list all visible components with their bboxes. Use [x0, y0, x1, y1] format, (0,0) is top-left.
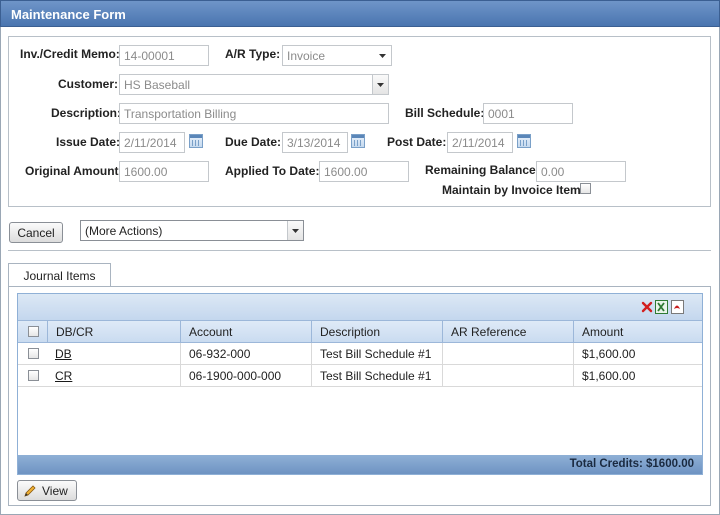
- cancel-button[interactable]: Cancel: [9, 222, 63, 243]
- chevron-down-icon: [292, 229, 299, 233]
- cell-ar-reference: [442, 343, 573, 365]
- dbcr-link[interactable]: DB: [55, 347, 72, 361]
- issue-date-field[interactable]: 2/11/2014: [119, 132, 185, 153]
- more-actions-value: (More Actions): [85, 224, 163, 238]
- grid-header: DB/CR Account Description AR Reference A…: [18, 321, 702, 343]
- window-title: Maintenance Form: [11, 7, 126, 22]
- bill-schedule-label: Bill Schedule:: [405, 106, 485, 120]
- cell-dbcr: DB: [47, 343, 180, 365]
- customer-dropdown-button[interactable]: [372, 75, 388, 94]
- section-divider: [8, 250, 711, 251]
- column-header-ar-reference[interactable]: AR Reference: [442, 321, 573, 343]
- ar-type-label: A/R Type:: [225, 47, 281, 61]
- customer-value: HS Baseball: [124, 78, 191, 92]
- cell-amount: $1,600.00: [573, 343, 702, 365]
- dbcr-link[interactable]: CR: [55, 369, 72, 383]
- applied-to-date-field[interactable]: 1600.00: [319, 161, 409, 182]
- excel-export-icon[interactable]: [655, 300, 668, 314]
- select-all-checkbox[interactable]: [28, 326, 39, 337]
- chevron-down-icon: [377, 83, 384, 87]
- row-checkbox[interactable]: [28, 348, 39, 359]
- ar-type-select[interactable]: Invoice: [282, 45, 392, 66]
- issue-date-label: Issue Date:: [56, 135, 121, 149]
- journal-items-grid: DB/CR Account Description AR Reference A…: [17, 293, 703, 475]
- view-button-label: View: [42, 484, 68, 498]
- table-row[interactable]: DB 06-932-000 Test Bill Schedule #1 $1,6…: [18, 343, 702, 365]
- cell-description: Test Bill Schedule #1: [311, 343, 442, 365]
- table-row[interactable]: CR 06-1900-000-000 Test Bill Schedule #1…: [18, 365, 702, 387]
- maintain-by-invoice-label: Maintain by Invoice Item: [442, 183, 581, 197]
- applied-to-date-label: Applied To Date:: [225, 164, 320, 178]
- calendar-icon[interactable]: [517, 134, 531, 148]
- due-date-field[interactable]: 3/13/2014: [282, 132, 348, 153]
- description-field[interactable]: Transportation Billing: [119, 103, 389, 124]
- grid-footer-total: Total Credits: $1600.00: [18, 455, 702, 474]
- bill-schedule-field[interactable]: 0001: [483, 103, 573, 124]
- column-header-dbcr[interactable]: DB/CR: [47, 321, 180, 343]
- calendar-icon[interactable]: [351, 134, 365, 148]
- original-amount-field[interactable]: 1600.00: [119, 161, 209, 182]
- grid-toolbar: [18, 294, 702, 321]
- pdf-export-icon[interactable]: [671, 300, 684, 314]
- cell-dbcr: CR: [47, 365, 180, 387]
- cell-amount: $1,600.00: [573, 365, 702, 387]
- row-checkbox[interactable]: [28, 370, 39, 381]
- window-title-bar: Maintenance Form: [0, 0, 720, 27]
- cell-description: Test Bill Schedule #1: [311, 365, 442, 387]
- column-header-amount[interactable]: Amount: [573, 321, 702, 343]
- inv-memo-field[interactable]: 14-00001: [119, 45, 209, 66]
- pencil-icon: [24, 485, 36, 497]
- post-date-field[interactable]: 2/11/2014: [447, 132, 513, 153]
- inv-memo-label: Inv./Credit Memo:: [20, 47, 120, 61]
- customer-label: Customer:: [58, 77, 119, 91]
- ar-type-value: Invoice: [287, 49, 326, 63]
- more-actions-dropdown-button[interactable]: [287, 221, 303, 240]
- column-header-description[interactable]: Description: [311, 321, 442, 343]
- cell-account: 06-1900-000-000: [180, 365, 311, 387]
- calendar-icon[interactable]: [189, 134, 203, 148]
- column-header-account[interactable]: Account: [180, 321, 311, 343]
- post-date-label: Post Date:: [387, 135, 447, 149]
- customer-select[interactable]: HS Baseball: [119, 74, 389, 95]
- chevron-down-icon: [379, 54, 386, 58]
- description-label: Description:: [51, 106, 122, 120]
- tab-journal-items[interactable]: Journal Items: [8, 263, 111, 287]
- view-button[interactable]: View: [17, 480, 77, 501]
- maintain-by-invoice-checkbox[interactable]: [580, 183, 591, 194]
- remaining-balance-label: Remaining Balance:: [425, 163, 540, 177]
- cell-ar-reference: [442, 365, 573, 387]
- due-date-label: Due Date:: [225, 135, 282, 149]
- original-amount-label: Original Amount:: [25, 164, 123, 178]
- remaining-balance-field[interactable]: 0.00: [536, 161, 626, 182]
- delete-icon[interactable]: [641, 301, 653, 313]
- more-actions-select[interactable]: (More Actions): [80, 220, 304, 241]
- cell-account: 06-932-000: [180, 343, 311, 365]
